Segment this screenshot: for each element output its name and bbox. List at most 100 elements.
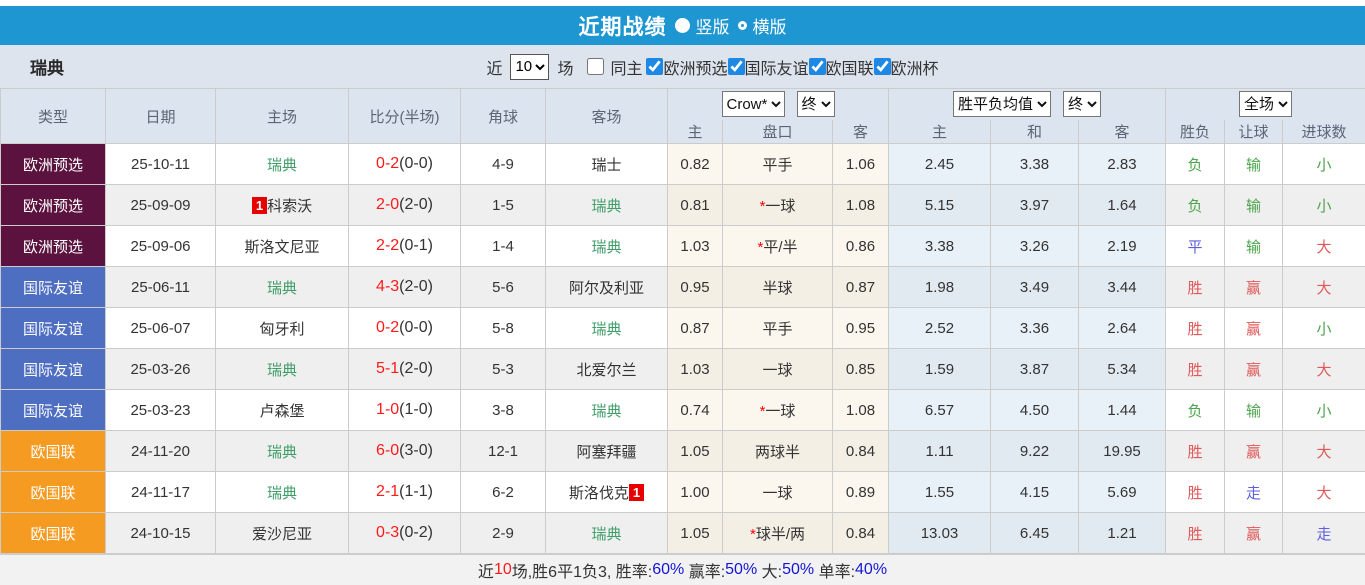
- match-type-cell: 欧国联: [1, 431, 106, 472]
- avg-type-select[interactable]: 胜平负均值: [953, 91, 1051, 117]
- odds-time-select-1[interactable]: 终: [797, 91, 835, 117]
- header-scope-select: 全场: [1166, 89, 1365, 120]
- recent-count-select[interactable]: 10: [510, 54, 549, 80]
- halftime-score: (0-0): [399, 319, 433, 336]
- competition-checkbox-2[interactable]: [809, 58, 826, 75]
- competition-filter-1[interactable]: 国际友谊: [728, 55, 809, 79]
- table-row: 欧国联24-10-15爱沙尼亚0-3(0-2)2-9瑞典1.05*球半/两0.8…: [1, 513, 1365, 554]
- layout-option-horizontal[interactable]: 横版: [738, 13, 787, 38]
- summary-segment-8: 单率:: [814, 558, 855, 582]
- date-cell: 24-11-20: [106, 431, 216, 472]
- team-label: 科索沃: [267, 198, 312, 215]
- team-label: 阿塞拜疆: [576, 444, 636, 461]
- handicap-label: 一球: [762, 485, 792, 502]
- winloss-result-cell: 胜: [1166, 308, 1225, 349]
- date-cell: 25-03-26: [106, 349, 216, 390]
- competition-filter-2[interactable]: 欧国联: [809, 55, 874, 79]
- away-team-cell: 斯洛伐克1: [546, 472, 668, 513]
- subheader-avg-away: 客: [1079, 120, 1166, 144]
- winloss-result-cell: 负: [1166, 144, 1225, 185]
- handicap-cell: 一球: [723, 472, 833, 513]
- team-label: 北爱尔兰: [576, 362, 636, 379]
- home-team-cell: 瑞典: [216, 349, 349, 390]
- score-cell: 2-1(1-1): [349, 472, 461, 513]
- summary-segment-9: 40%: [855, 561, 887, 579]
- winloss-result-cell: 胜: [1166, 431, 1225, 472]
- halftime-score: (2-0): [399, 278, 433, 295]
- avg-away-cell: 1.44: [1079, 390, 1166, 431]
- avg-draw-cell: 3.38: [991, 144, 1079, 185]
- halftime-score: (0-0): [399, 155, 433, 172]
- odds-away-cell: 0.89: [833, 472, 889, 513]
- avg-away-cell: 1.21: [1079, 513, 1166, 554]
- match-scope-select[interactable]: 全场: [1239, 91, 1292, 117]
- handicap-result-cell: 走: [1225, 472, 1283, 513]
- goals-result-cell: 小: [1283, 144, 1365, 185]
- table-row: 国际友谊25-03-26瑞典5-1(2-0)5-3北爱尔兰1.03一球0.851…: [1, 349, 1365, 390]
- fulltime-score: 4-3: [376, 278, 399, 295]
- avg-away-cell: 2.83: [1079, 144, 1166, 185]
- team-label: 瑞典: [267, 157, 297, 174]
- goals-result-cell: 小: [1283, 185, 1365, 226]
- handicap-label: 平手: [762, 321, 792, 338]
- avg-away-cell: 5.34: [1079, 349, 1166, 390]
- avg-home-cell: 2.45: [889, 144, 991, 185]
- home-team-cell: 瑞典: [216, 144, 349, 185]
- handicap-result-cell: 赢: [1225, 513, 1283, 554]
- table-row: 国际友谊25-03-23卢森堡1-0(1-0)3-8瑞典0.74*一球1.086…: [1, 390, 1365, 431]
- competition-checkbox-0[interactable]: [646, 58, 663, 75]
- away-team-cell: 北爱尔兰: [546, 349, 668, 390]
- odds-company-select[interactable]: Crow*: [722, 91, 785, 117]
- same-home-label: 同主: [610, 55, 642, 79]
- competition-filter-0[interactable]: 欧洲预选: [646, 55, 727, 79]
- card-badge: 1: [252, 197, 267, 214]
- goals-result-cell: 大: [1283, 349, 1365, 390]
- layout-option-vertical[interactable]: 竖版: [675, 13, 730, 38]
- radio-unselected-icon[interactable]: [738, 21, 747, 30]
- competition-filter-3[interactable]: 欧洲杯: [874, 55, 939, 79]
- corner-cell: 6-2: [461, 472, 546, 513]
- avg-draw-cell: 3.26: [991, 226, 1079, 267]
- handicap-result-cell: 赢: [1225, 308, 1283, 349]
- match-type-cell: 国际友谊: [1, 349, 106, 390]
- handicap-result-cell: 赢: [1225, 431, 1283, 472]
- same-home-checkbox[interactable]: [587, 58, 604, 75]
- halftime-score: (0-2): [399, 524, 433, 541]
- home-team-cell: 瑞典: [216, 267, 349, 308]
- date-cell: 25-06-11: [106, 267, 216, 308]
- team-label: 斯洛文尼亚: [244, 239, 319, 256]
- goals-result-cell: 大: [1283, 226, 1365, 267]
- summary-footer: 近10场,胜6平1负3, 胜率:60% 赢率:50% 大:50% 单率:40%: [0, 554, 1365, 585]
- filter-bar: 瑞典 近 10 场 同主 欧洲预选国际友谊欧国联欧洲杯: [0, 45, 1365, 88]
- winloss-result-cell: 负: [1166, 185, 1225, 226]
- competition-checkbox-1[interactable]: [728, 58, 745, 75]
- team-label: 瑞典: [591, 526, 621, 543]
- competition-checkbox-3[interactable]: [874, 58, 891, 75]
- avg-home-cell: 13.03: [889, 513, 991, 554]
- goals-result-cell: 小: [1283, 390, 1365, 431]
- halftime-score: (3-0): [399, 442, 433, 459]
- competition-label-0: 欧洲预选: [663, 55, 727, 79]
- date-cell: 25-03-23: [106, 390, 216, 431]
- odds-time-select-2[interactable]: 终: [1063, 91, 1101, 117]
- corner-cell: 4-9: [461, 144, 546, 185]
- date-cell: 25-09-06: [106, 226, 216, 267]
- subheader-odds-home: 主: [668, 120, 723, 144]
- handicap-label: 两球半: [755, 444, 800, 461]
- goals-result-cell: 走: [1283, 513, 1365, 554]
- score-cell: 2-0(2-0): [349, 185, 461, 226]
- match-type-cell: 国际友谊: [1, 267, 106, 308]
- score-cell: 2-2(0-1): [349, 226, 461, 267]
- team-label: 瑞典: [591, 239, 621, 256]
- radio-selected-icon[interactable]: [675, 18, 690, 33]
- odds-home-cell: 1.03: [668, 349, 723, 390]
- avg-draw-cell: 6.45: [991, 513, 1079, 554]
- home-team-cell: 匈牙利: [216, 308, 349, 349]
- handicap-cell: *一球: [723, 390, 833, 431]
- date-cell: 25-10-11: [106, 144, 216, 185]
- match-type-cell: 欧洲预选: [1, 226, 106, 267]
- score-cell: 0-2(0-0): [349, 144, 461, 185]
- avg-away-cell: 3.44: [1079, 267, 1166, 308]
- table-row: 国际友谊25-06-11瑞典4-3(2-0)5-6阿尔及利亚0.95半球0.87…: [1, 267, 1365, 308]
- fulltime-score: 2-2: [376, 237, 399, 254]
